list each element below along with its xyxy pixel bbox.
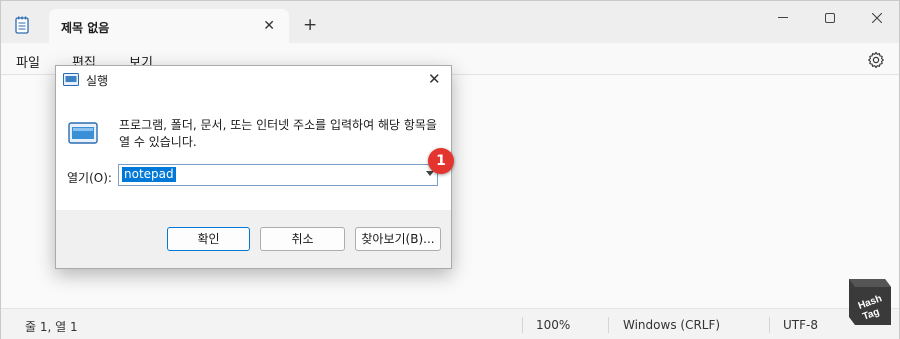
status-bar: 줄 1, 열 1 100% Windows (CRLF) UTF-8 [1, 308, 899, 339]
tab-title: 제목 없음 [61, 21, 110, 35]
maximize-icon [825, 12, 835, 23]
dialog-description: 프로그램, 폴더, 문서, 또는 인터넷 주소를 입력하여 해당 항목을 열 수… [119, 118, 437, 149]
dialog-body: 프로그램, 폴더, 문서, 또는 인터넷 주소를 입력하여 해당 항목을 열 수… [56, 94, 451, 210]
run-program-icon [68, 122, 98, 144]
open-command-input[interactable]: notepad [118, 164, 438, 186]
close-icon [871, 12, 883, 23]
status-divider [608, 317, 609, 333]
title-bar: 제목 없음 ✕ + [1, 1, 899, 43]
run-dialog: 실행 ✕ 프로그램, 폴더, 문서, 또는 인터넷 주소를 입력하여 해당 항목… [55, 65, 454, 269]
tab-close-icon[interactable]: ✕ [263, 18, 275, 34]
dialog-title: 실행 [86, 74, 109, 88]
minimize-icon [778, 17, 788, 18]
open-input-value: notepad [122, 167, 176, 182]
status-encoding: UTF-8 [783, 318, 818, 332]
step-number-badge: 1 [428, 148, 454, 174]
notepad-app-icon [15, 16, 29, 34]
status-zoom: 100% [536, 318, 571, 332]
status-line-ending: Windows (CRLF) [623, 318, 721, 332]
new-tab-button[interactable]: + [303, 15, 317, 35]
maximize-button[interactable] [815, 7, 845, 29]
status-cursor-position: 줄 1, 열 1 [25, 320, 78, 334]
hashtag-watermark-logo: Hash Tag [849, 279, 891, 325]
menu-file[interactable]: 파일 [16, 52, 40, 71]
minimize-button[interactable] [768, 7, 798, 29]
run-icon [63, 73, 79, 86]
close-window-button[interactable] [862, 7, 892, 29]
dialog-close-icon[interactable]: ✕ [428, 70, 441, 88]
dialog-title-bar: 실행 ✕ [56, 66, 451, 94]
gear-icon[interactable] [867, 51, 885, 69]
tab-untitled[interactable]: 제목 없음 ✕ [49, 9, 289, 43]
open-field-label: 열기(O): [67, 171, 112, 185]
browse-button[interactable]: 찾아보기(B)... [355, 227, 441, 251]
dialog-footer: 확인 취소 찾아보기(B)... [56, 210, 451, 268]
ok-button[interactable]: 확인 [167, 227, 250, 251]
status-divider [522, 317, 523, 333]
status-divider [769, 317, 770, 333]
cancel-button[interactable]: 취소 [260, 227, 345, 251]
